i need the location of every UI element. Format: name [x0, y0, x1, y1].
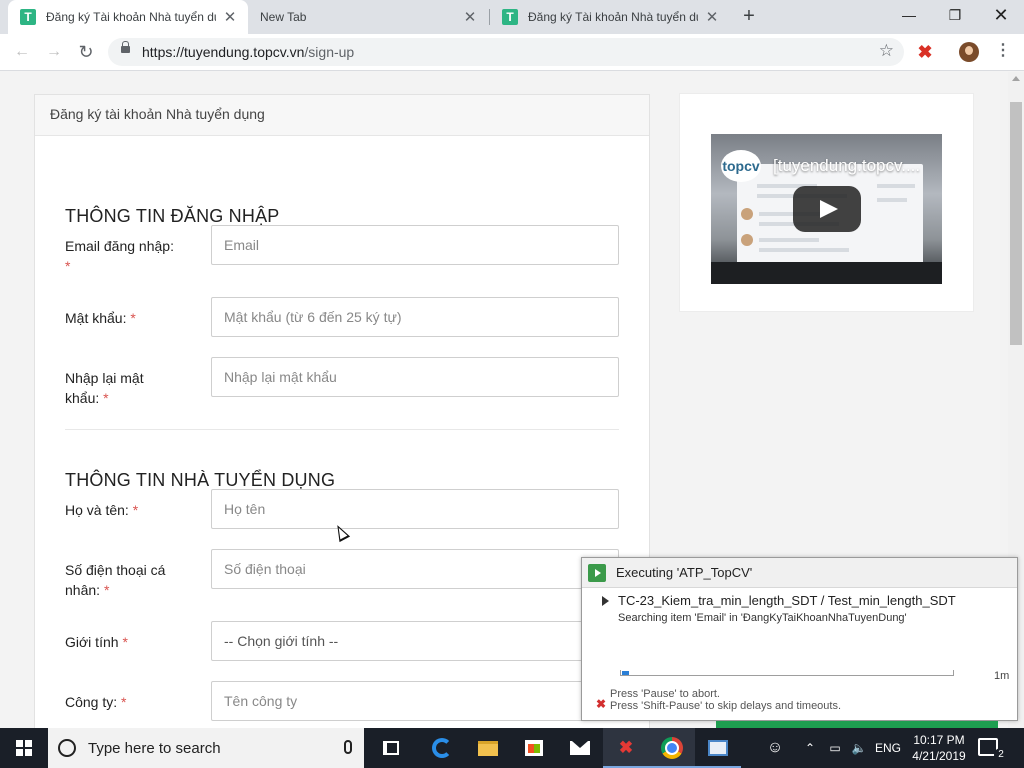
chrome-icon[interactable] — [649, 728, 695, 768]
file-explorer-icon[interactable] — [465, 728, 511, 768]
tab-signup[interactable]: T Đăng ký Tài khoản Nhà tuyển dụ ✕ — [8, 0, 248, 34]
play-triangle-icon — [602, 595, 609, 606]
card-header: Đăng ký tài khoản Nhà tuyển dụng — [35, 95, 649, 136]
clock-time: 10:17 PM — [913, 733, 965, 747]
elapsed-time: 1m — [994, 670, 1010, 682]
company-label: Công ty: * — [65, 694, 127, 710]
gender-select[interactable]: -- Chọn giới tính -- — [211, 621, 619, 661]
tab-title: Đăng ký Tài khoản Nhà tuyển dụ — [528, 10, 698, 24]
back-arrow-icon[interactable]: ← — [10, 40, 34, 64]
progress-fill — [622, 671, 629, 675]
notification-count: 2 — [994, 748, 1008, 762]
store-icon[interactable] — [511, 728, 557, 768]
forward-arrow-icon[interactable]: → — [42, 40, 66, 64]
video-title: [tuyendung.topcv.... — [773, 156, 921, 175]
chrome-menu-icon[interactable]: ⋮ — [995, 40, 1011, 64]
automation-progress-dialog: Executing 'ATP_TopCV' TC-23_Kiem_tra_min… — [581, 557, 1018, 721]
window-close-icon[interactable]: ✕ — [978, 0, 1024, 30]
bookmark-star-icon[interactable]: ☆ — [879, 41, 894, 61]
volume-icon[interactable]: 🔈 — [848, 728, 870, 768]
katalon-app-icon[interactable]: ✖ — [603, 728, 649, 768]
company-field[interactable] — [211, 681, 619, 721]
phone-label: Số điện thoại cá nhân: * — [65, 562, 166, 598]
password-label: Mật khẩu: * — [65, 310, 136, 326]
edge-icon[interactable] — [419, 728, 465, 768]
chevron-up-icon[interactable]: ⌃ — [800, 728, 820, 768]
dialog-title: Executing 'ATP_TopCV' — [616, 565, 753, 580]
app-window-icon[interactable] — [695, 728, 741, 768]
address-bar[interactable]: https://tuyendung.topcv.vn/sign-up ☆ — [108, 38, 904, 66]
dialog-header: Executing 'ATP_TopCV' — [582, 558, 1017, 588]
url-host: https://tuyendung.topcv.vn — [142, 44, 305, 60]
hint-text: Press 'Pause' to abort. Press 'Shift-Paus… — [610, 688, 842, 712]
taskbar-search-box[interactable]: Type here to search — [48, 728, 364, 768]
confirm-password-label: Nhập lại mật khẩu: * — [65, 370, 144, 406]
progress-bar — [620, 670, 954, 676]
test-case-line: TC-23_Kiem_tra_min_length_SDT / Test_min… — [602, 593, 956, 608]
email-field[interactable] — [211, 225, 619, 265]
people-icon[interactable]: ☺ — [762, 728, 788, 768]
profile-avatar[interactable] — [959, 42, 979, 62]
close-icon[interactable]: ✕ — [704, 8, 720, 26]
browser-tab-strip: T Đăng ký Tài khoản Nhà tuyển dụ ✕ New T… — [0, 0, 1024, 34]
scroll-thumb[interactable] — [1010, 102, 1022, 345]
gender-label: Giới tính * — [65, 634, 128, 650]
section-title-employer: THÔNG TIN NHÀ TUYỂN DỤNG — [65, 470, 336, 490]
task-view-icon[interactable] — [368, 728, 414, 768]
tab-title: New Tab — [260, 10, 307, 24]
topcv-favicon-icon: T — [502, 9, 518, 25]
abort-icon[interactable]: ✖ — [596, 697, 606, 711]
language-indicator[interactable]: ENG — [872, 728, 904, 768]
restore-icon[interactable]: ❐ — [932, 0, 978, 30]
confirm-password-field[interactable] — [211, 357, 619, 397]
section-divider — [65, 429, 619, 430]
mail-icon[interactable] — [557, 728, 603, 768]
windows-logo-icon — [16, 740, 32, 756]
fullname-field[interactable] — [211, 489, 619, 529]
test-case-name: TC-23_Kiem_tra_min_length_SDT / Test_min… — [618, 593, 956, 608]
scroll-up-arrow-icon[interactable] — [1012, 76, 1020, 81]
run-icon — [588, 563, 606, 582]
lock-icon — [121, 41, 130, 53]
tab-title: Đăng ký Tài khoản Nhà tuyển dụ — [46, 10, 216, 24]
section-title-login: THÔNG TIN ĐĂNG NHẬP — [65, 206, 280, 226]
url-path: /sign-up — [304, 44, 355, 60]
minimize-icon[interactable]: — — [886, 0, 932, 30]
reload-icon[interactable]: ↻ — [74, 40, 98, 64]
start-button[interactable] — [0, 728, 48, 768]
clock-date: 4/21/2019 — [912, 749, 966, 763]
close-icon[interactable]: ✕ — [222, 8, 238, 26]
play-icon[interactable] — [793, 186, 861, 232]
topcv-logo: topcv — [721, 150, 761, 182]
close-icon[interactable]: ✕ — [462, 8, 478, 26]
topcv-favicon-icon: T — [20, 9, 36, 25]
network-icon[interactable]: ▭ — [824, 728, 846, 768]
tab-new-tab[interactable]: New Tab ✕ — [248, 0, 488, 34]
url-text: https://tuyendung.topcv.vn/sign-up — [142, 44, 354, 60]
fullname-label: Họ và tên: * — [65, 502, 139, 518]
cortana-circle-icon — [58, 739, 76, 757]
taskbar-clock[interactable]: 10:17 PM 4/21/2019 — [906, 732, 972, 764]
phone-field[interactable] — [211, 549, 619, 589]
signup-form-card: Đăng ký tài khoản Nhà tuyển dụng THÔNG T… — [34, 94, 650, 728]
page-button-partial — [716, 721, 998, 728]
katalon-extension-icon[interactable]: ✖ — [916, 43, 934, 61]
search-placeholder: Type here to search — [88, 739, 221, 757]
browser-toolbar: ← → ↻ https://tuyendung.topcv.vn/sign-up… — [0, 34, 1024, 71]
video-bottom-bar — [711, 262, 942, 284]
microphone-icon[interactable] — [344, 740, 352, 754]
email-label: Email đăng nhập: * — [65, 238, 174, 274]
new-tab-plus-icon[interactable]: + — [738, 6, 760, 28]
youtube-video-embed[interactable]: topcv [tuyendung.topcv.... — [711, 134, 942, 284]
password-field[interactable] — [211, 297, 619, 337]
status-text: Searching item 'Email' in 'ĐangKyTaiKhoa… — [618, 612, 907, 624]
tab-signup-2[interactable]: T Đăng ký Tài khoản Nhà tuyển dụ ✕ — [490, 0, 730, 34]
windows-taskbar: Type here to search ✖ ☺ ⌃ ▭ 🔈 ENG 10:17 … — [0, 728, 1024, 768]
intro-video-panel: topcv [tuyendung.topcv.... — [679, 93, 974, 312]
